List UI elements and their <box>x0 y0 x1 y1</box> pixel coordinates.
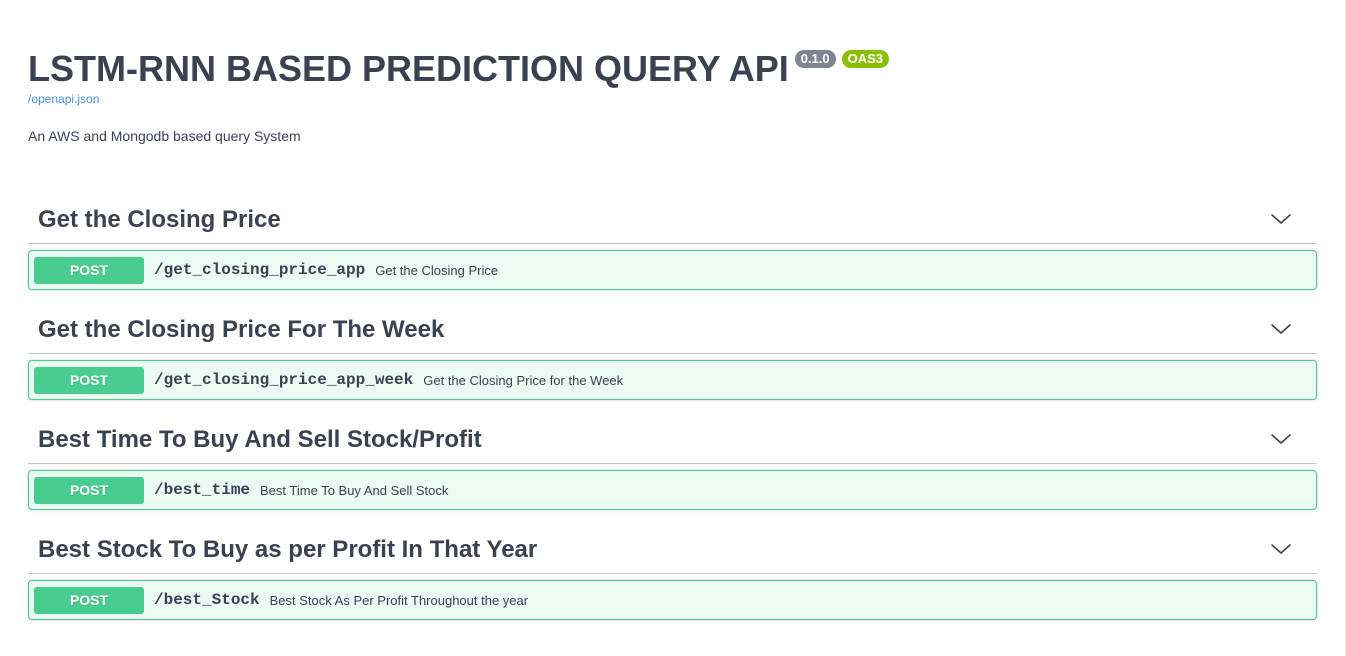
operation-post-best-stock[interactable]: POST /best_Stock Best Stock As Per Profi… <box>28 580 1317 620</box>
api-info: LSTM-RNN BASED PREDICTION QUERY API 0.1.… <box>28 48 1228 144</box>
version-badge: 0.1.0 <box>794 50 836 68</box>
tag-title: Get the Closing Price For The Week <box>38 316 445 343</box>
tag-header[interactable]: Get the Closing Price For The Week <box>28 303 1317 354</box>
tag-section-closing-price: Get the Closing Price POST /get_closing_… <box>28 193 1317 290</box>
tag-title: Get the Closing Price <box>38 206 281 233</box>
method-badge: POST <box>34 366 144 394</box>
chevron-down-icon[interactable] <box>1269 537 1293 561</box>
chevron-down-icon[interactable] <box>1269 427 1293 451</box>
chevron-down-icon[interactable] <box>1269 207 1293 231</box>
tag-header[interactable]: Get the Closing Price <box>28 193 1317 244</box>
api-description: An AWS and Mongodb based query System <box>28 128 301 144</box>
tag-header[interactable]: Best Stock To Buy as per Profit In That … <box>28 523 1317 574</box>
oas-badge: OAS3 <box>841 50 890 68</box>
operation-path: /get_closing_price_app_week <box>154 371 414 389</box>
method-badge: POST <box>34 476 144 504</box>
operation-post-best-time[interactable]: POST /best_time Best Time To Buy And Sel… <box>28 470 1317 510</box>
operation-post-get-closing-price-app-week[interactable]: POST /get_closing_price_app_week Get the… <box>28 360 1317 400</box>
operation-summary: Get the Closing Price for the Week <box>423 372 624 388</box>
operation-post-get-closing-price-app[interactable]: POST /get_closing_price_app Get the Clos… <box>28 250 1317 290</box>
tag-section-best-time: Best Time To Buy And Sell Stock/Profit P… <box>28 413 1317 510</box>
operation-summary: Best Time To Buy And Sell Stock <box>260 482 449 498</box>
operation-path: /get_closing_price_app <box>154 261 366 279</box>
operation-summary: Get the Closing Price <box>375 262 499 278</box>
tag-header[interactable]: Best Time To Buy And Sell Stock/Profit <box>28 413 1317 464</box>
tag-section-closing-price-week: Get the Closing Price For The Week POST … <box>28 303 1317 400</box>
tag-title: Best Stock To Buy as per Profit In That … <box>38 536 538 563</box>
api-title: LSTM-RNN BASED PREDICTION QUERY API <box>28 48 789 89</box>
operation-path: /best_Stock <box>154 591 260 609</box>
openapi-json-link[interactable]: /openapi.json <box>28 92 1228 106</box>
tag-section-best-stock: Best Stock To Buy as per Profit In That … <box>28 523 1317 620</box>
tag-title: Best Time To Buy And Sell Stock/Profit <box>38 426 482 453</box>
operation-summary: Best Stock As Per Profit Throughout the … <box>269 592 529 608</box>
method-badge: POST <box>34 586 144 614</box>
chevron-down-icon[interactable] <box>1269 317 1293 341</box>
operation-path: /best_time <box>154 481 251 499</box>
title-row: LSTM-RNN BASED PREDICTION QUERY API 0.1.… <box>28 48 1228 90</box>
method-badge: POST <box>34 256 144 284</box>
